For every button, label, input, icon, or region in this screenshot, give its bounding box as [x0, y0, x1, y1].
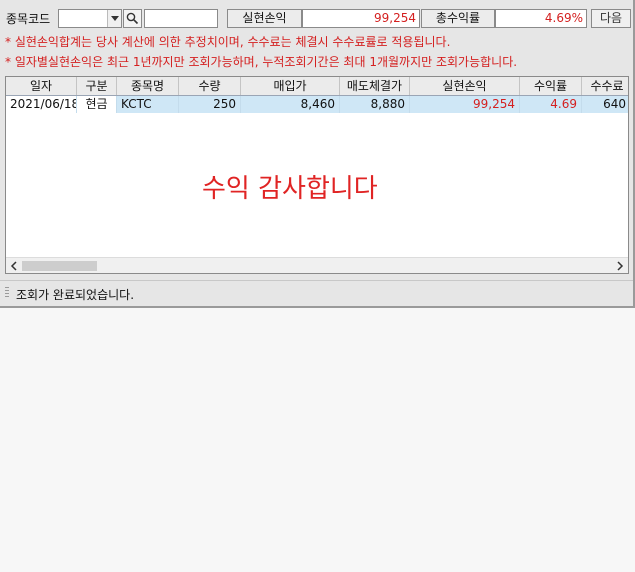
- col-type-header[interactable]: 구분: [77, 77, 117, 95]
- cell-qty: 250: [179, 96, 241, 113]
- col-return-header[interactable]: 수익률: [520, 77, 582, 95]
- cell-date: 2021/06/18: [6, 96, 77, 113]
- scroll-left-icon[interactable]: [6, 258, 22, 273]
- app-window: 종목코드 실현손익 99,254 총수익률 4.69% 다음 * 실현손익합계는…: [0, 0, 635, 308]
- notice-line-2: * 일자별실현손익은 최근 1년까지만 조회가능하며, 누적조회기간은 최대 1…: [5, 55, 518, 69]
- stock-code-label: 종목코드: [6, 12, 51, 26]
- scroll-right-icon[interactable]: [612, 258, 628, 273]
- cell-name: KCTC: [117, 96, 179, 113]
- grid-header: 일자 구분 종목명 수량 매입가 매도체결가 실현손익 수익률 수수료: [6, 77, 628, 96]
- cell-fee: 640: [582, 96, 628, 113]
- pnl-grid[interactable]: 일자 구분 종목명 수량 매입가 매도체결가 실현손익 수익률 수수료 2021…: [5, 76, 629, 274]
- scrollbar-thumb[interactable]: [22, 261, 97, 271]
- col-buy-price-header[interactable]: 매입가: [241, 77, 340, 95]
- search-button[interactable]: [123, 9, 142, 28]
- status-grip-icon: [5, 287, 9, 299]
- status-text: 조회가 완료되었습니다.: [16, 288, 135, 302]
- realized-pnl-label: 실현손익: [227, 9, 302, 28]
- stock-code-combo[interactable]: [58, 9, 122, 28]
- col-qty-header[interactable]: 수량: [179, 77, 241, 95]
- col-fee-header[interactable]: 수수료: [582, 77, 628, 95]
- status-bar: 조회가 완료되었습니다.: [0, 280, 633, 305]
- cell-type: 현금: [77, 96, 117, 113]
- col-sell-price-header[interactable]: 매도체결가: [340, 77, 410, 95]
- next-button[interactable]: 다음: [591, 9, 631, 28]
- table-row[interactable]: 2021/06/18 현금 KCTC 250 8,460 8,880 99,25…: [6, 96, 628, 113]
- chevron-down-icon[interactable]: [107, 10, 121, 27]
- col-date-header[interactable]: 일자: [6, 77, 77, 95]
- horizontal-scrollbar[interactable]: [6, 257, 628, 273]
- total-return-label: 총수익률: [421, 9, 495, 28]
- cell-return: 4.69: [520, 96, 582, 113]
- search-icon: [126, 12, 139, 25]
- total-return-value: 4.69%: [495, 9, 587, 28]
- notice-line-1: * 실현손익합계는 당사 계산에 의한 추정치이며, 수수료는 체결시 수수료률…: [5, 35, 451, 49]
- cell-realized-pnl: 99,254: [410, 96, 520, 113]
- toolbar: 종목코드 실현손익 99,254 총수익률 4.69% 다음: [0, 0, 633, 30]
- stock-name-field[interactable]: [144, 9, 218, 28]
- overlay-thanks-text: 수익 감사합니다: [202, 174, 378, 204]
- cell-buy-price: 8,460: [241, 96, 340, 113]
- col-name-header[interactable]: 종목명: [117, 77, 179, 95]
- cell-sell-price: 8,880: [340, 96, 410, 113]
- realized-pnl-value: 99,254: [302, 9, 420, 28]
- col-realized-pnl-header[interactable]: 실현손익: [410, 77, 520, 95]
